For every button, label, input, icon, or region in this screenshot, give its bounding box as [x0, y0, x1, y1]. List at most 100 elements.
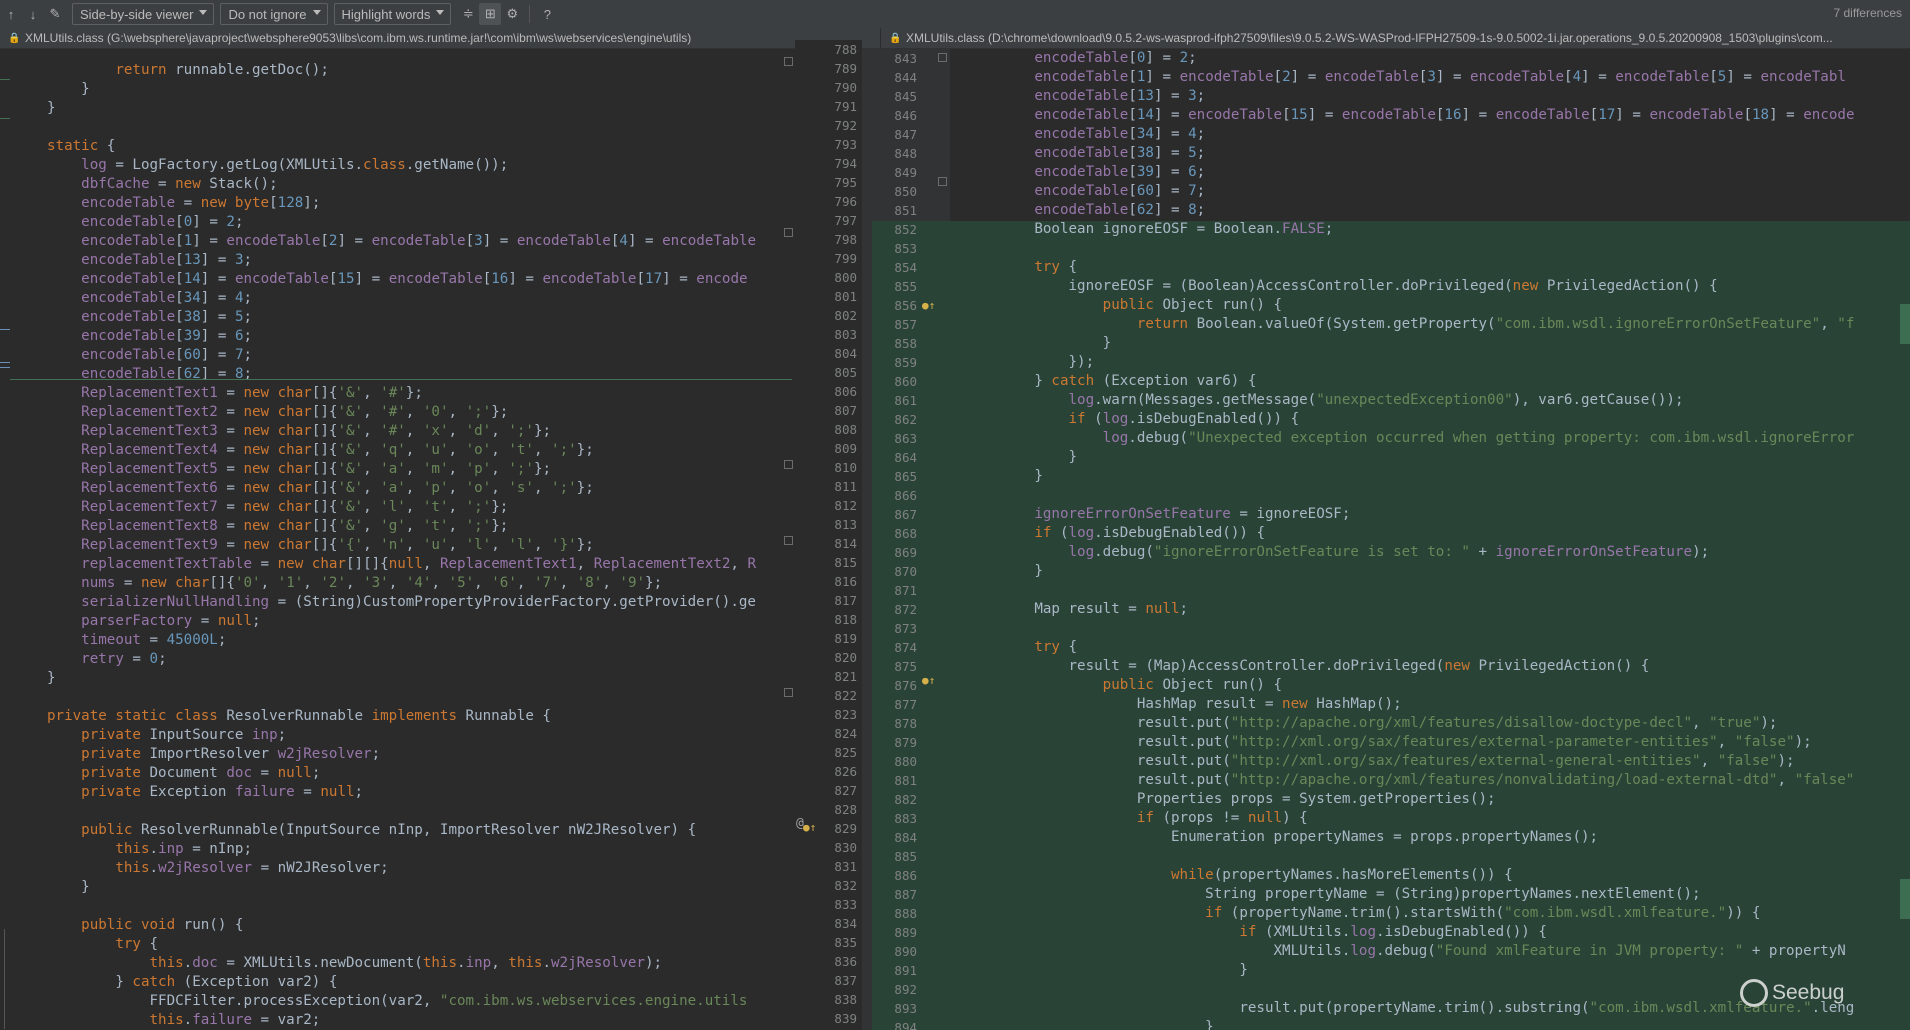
- line-number: 856: [894, 298, 917, 313]
- fold-marker-icon[interactable]: [784, 536, 793, 545]
- line-number: 820: [834, 650, 857, 665]
- fold-marker-icon[interactable]: [784, 57, 793, 66]
- override-icon: ●↑: [922, 299, 936, 312]
- line-number: 880: [894, 754, 917, 769]
- code-line: while(propertyNames.hasMoreElements()) {: [1171, 867, 1513, 883]
- fold-marker-icon[interactable]: [938, 53, 947, 62]
- toolbar-divider: [529, 5, 531, 23]
- ignore-mode-dropdown[interactable]: Do not ignore: [220, 3, 328, 25]
- collapse-unchanged-icon[interactable]: ≑: [457, 3, 479, 25]
- code-line: dbfCache = new Stack();: [81, 176, 278, 192]
- arrow-up-icon[interactable]: ↑: [0, 3, 22, 25]
- line-number: 863: [894, 431, 917, 446]
- chevron-down-icon: [199, 10, 208, 15]
- code-line: public ResolverRunnable(InputSource nInp…: [81, 822, 697, 838]
- line-number: 848: [894, 146, 917, 161]
- line-number: 802: [834, 308, 857, 323]
- diff-toolbar: ↑ ↓ ✎ Side-by-side viewer Do not ignore …: [0, 0, 1910, 29]
- line-number: 793: [834, 137, 857, 152]
- line-number: 882: [894, 792, 917, 807]
- code-line: XMLUtils.log.debug("Found xmlFeature in …: [966, 943, 1846, 959]
- code-line: Enumeration propertyNames = props.proper…: [966, 829, 1599, 845]
- code-line: log = LogFactory.getLog(XMLUtils.class.g…: [81, 157, 509, 173]
- code-line: ReplacementText2 = new char[]{'&', '#', …: [81, 404, 509, 420]
- line-number: 830: [834, 840, 857, 855]
- right-editor-pane[interactable]: encodeTable[0] = 2; encodeTable[1] = enc…: [950, 49, 1910, 1030]
- chevron-down-icon: [312, 10, 321, 15]
- pane-divider[interactable]: [862, 49, 872, 1030]
- line-number: 794: [834, 156, 857, 171]
- line-number: 797: [834, 213, 857, 228]
- arrow-down-icon[interactable]: ↓: [22, 3, 44, 25]
- lock-icon: 🔒: [889, 32, 902, 44]
- edit-icon[interactable]: ✎: [44, 3, 66, 25]
- code-line: }: [966, 449, 1078, 465]
- line-number: 866: [894, 488, 917, 503]
- line-number: 861: [894, 393, 917, 408]
- code-line: replacementTextTable = new char[][]{null…: [81, 556, 757, 572]
- code-line: }: [47, 100, 56, 116]
- line-number: 833: [834, 897, 857, 912]
- left-line-numbers: 788 789 790 791 792 793 794 795 796 797 798 799 800 8…: [795, 40, 857, 1028]
- code-line: try {: [1034, 639, 1078, 655]
- seebug-watermark: Seebug: [1740, 979, 1844, 1007]
- line-number: 814: [834, 536, 857, 551]
- line-number: 884: [894, 830, 917, 845]
- code-line: retry = 0;: [81, 651, 167, 667]
- code-line: }: [966, 1019, 1214, 1030]
- line-number: 803: [834, 327, 857, 342]
- settings-gear-icon[interactable]: ⚙: [501, 3, 523, 25]
- code-line: this.inp = nInp;: [115, 841, 253, 857]
- line-number: 816: [834, 574, 857, 589]
- line-number: 799: [834, 251, 857, 266]
- override-icon: ●↑: [922, 674, 936, 687]
- line-number: 810: [834, 460, 857, 475]
- line-number: 885: [894, 849, 917, 864]
- line-number: 864: [894, 450, 917, 465]
- line-number: 888: [894, 906, 917, 921]
- line-number: 854: [894, 260, 917, 275]
- help-button[interactable]: ?: [536, 3, 558, 25]
- code-line: private static class ResolverRunnable im…: [47, 708, 551, 724]
- fold-marker-icon[interactable]: [784, 688, 793, 697]
- line-number: 893: [894, 1001, 917, 1016]
- line-number: 865: [894, 469, 917, 484]
- line-number: 857: [894, 317, 917, 332]
- insertion-divider: [10, 379, 792, 380]
- code-line: ReplacementText1 = new char[]{'&', '#'};: [81, 385, 423, 401]
- code-line: }: [966, 962, 1248, 978]
- line-number: 834: [834, 916, 857, 931]
- line-number: 792: [834, 118, 857, 133]
- sync-scroll-icon[interactable]: ⊞: [479, 3, 502, 25]
- line-number: 819: [834, 631, 857, 646]
- line-number: 894: [894, 1020, 917, 1030]
- line-number: 852: [894, 222, 917, 237]
- line-number: 804: [834, 346, 857, 361]
- line-number: 849: [894, 165, 917, 180]
- left-editor-pane[interactable]: return runnable.getDoc(); } } static { l…: [0, 49, 795, 1030]
- line-number: 811: [834, 479, 857, 494]
- right-file-path-bar: 🔒 XMLUtils.class (D:\chrome\download\9.0…: [881, 28, 1910, 49]
- code-line: private InputSource inp;: [81, 727, 287, 743]
- line-number: 839: [834, 1011, 857, 1026]
- fold-marker-icon[interactable]: [784, 460, 793, 469]
- line-number: 881: [894, 773, 917, 788]
- line-number: 812: [834, 498, 857, 513]
- right-line-numbers: 843 844 845 846 847 848 849 850 851 852 853 854 855 8…: [872, 49, 917, 1030]
- code-line: ReplacementText6 = new char[]{'&', 'a', …: [81, 480, 594, 496]
- fold-marker-icon[interactable]: [938, 177, 947, 186]
- line-number: 871: [894, 583, 917, 598]
- line-number: 851: [894, 203, 917, 218]
- code-line: }: [966, 335, 1112, 351]
- fold-marker-icon[interactable]: [784, 228, 793, 237]
- viewer-mode-dropdown[interactable]: Side-by-side viewer: [72, 3, 215, 25]
- highlight-mode-dropdown[interactable]: Highlight words: [333, 3, 452, 25]
- line-number: 879: [894, 735, 917, 750]
- left-scroll-track[interactable]: [4, 929, 5, 1029]
- right-gutter: 843 844 845 846 847 848 849 850 851 852 853 854 855 8…: [872, 49, 950, 1030]
- line-number: 836: [834, 954, 857, 969]
